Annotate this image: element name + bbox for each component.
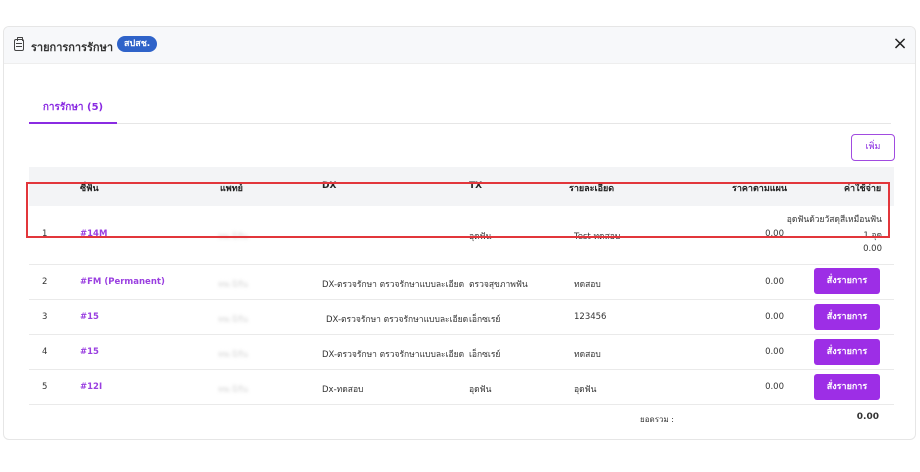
status-badge: สปสช. xyxy=(117,36,158,52)
col-dx: DX xyxy=(322,181,337,191)
detail-text: ทดสอบ xyxy=(574,280,601,290)
detail-text: 123456 xyxy=(574,312,607,322)
col-doctor: แพทย์ xyxy=(220,184,243,194)
treatment-list-modal: รายการการรักษา สปสช. × การรักษา (5) เพิ่… xyxy=(3,26,916,440)
table-row: 3 #15 ทพ.นิรัน DX-ตรวจรักษา ตรวจรักษาแบบ… xyxy=(29,300,894,335)
dx-text: DX-ตรวจรักษา ตรวจรักษาแบบละเอียด xyxy=(326,315,469,325)
tx-text: อุดฟัน xyxy=(469,385,492,395)
doctor-name: ทพ.นิรัน xyxy=(218,280,249,290)
row-number: 2 xyxy=(42,277,48,287)
plan-price: 0.00 xyxy=(765,312,784,322)
total-label: ยอดรวม : xyxy=(640,415,674,424)
row-number: 4 xyxy=(42,347,48,357)
tooth-link[interactable]: #FM (Permanent) xyxy=(80,277,165,287)
cost-item-name: อุดฟันด้วยวัสดุสีเหมือนฟัน xyxy=(786,215,882,225)
tx-text: ตรวจสุขภาพฟัน xyxy=(469,280,528,290)
dx-text: DX-ตรวจรักษา ตรวจรักษาแบบละเอียด xyxy=(322,280,465,290)
doctor-name: ทพ.นิรัน xyxy=(218,385,249,395)
col-plan-price: ราคาตามแผน xyxy=(732,184,788,194)
tooth-link[interactable]: #14M xyxy=(80,229,107,239)
doctor-name: ทพ.นิรัน xyxy=(218,350,249,360)
cost-item-qty: 1 จุด xyxy=(863,231,882,241)
col-detail: รายละเอียด xyxy=(569,184,615,194)
dx-text: DX-ตรวจรักษา ตรวจรักษาแบบละเอียด xyxy=(322,350,465,360)
table-row: 4 #15 ทพ.นิรัน DX-ตรวจรักษา ตรวจรักษาแบบ… xyxy=(29,335,894,370)
detail-text: อุดฟัน xyxy=(574,385,597,395)
doctor-name: ทพ.นิรัน xyxy=(218,232,249,242)
order-button[interactable]: สั่งรายการ xyxy=(814,304,880,330)
close-icon[interactable]: × xyxy=(890,34,910,54)
col-tx: TX xyxy=(469,181,483,191)
tx-text: อุดฟัน xyxy=(469,232,492,242)
cost-item-amount: 0.00 xyxy=(863,244,882,254)
table-header: ซี่ฟัน แพทย์ DX TX รายละเอียด ราคาตามแผน… xyxy=(29,167,894,206)
total-value: 0.00 xyxy=(856,412,879,422)
modal-title: รายการการรักษา xyxy=(31,41,114,54)
tab-bar: การรักษา (5) xyxy=(29,99,891,124)
order-button[interactable]: สั่งรายการ xyxy=(814,374,880,400)
tooth-link[interactable]: #12I xyxy=(80,382,102,392)
detail-text: Test ทดสอบ xyxy=(574,232,621,242)
plan-price: 0.00 xyxy=(765,347,784,357)
table-row: 2 #FM (Permanent) ทพ.นิรัน DX-ตรวจรักษา … xyxy=(29,265,894,300)
table-row: 1 #14M ทพ.นิรัน อุดฟัน Test ทดสอบ 0.00 อ… xyxy=(29,207,894,265)
add-button[interactable]: เพิ่ม xyxy=(851,134,895,161)
dx-text: Dx-ทดสอบ xyxy=(322,385,364,395)
col-cost: ค่าใช้จ่าย xyxy=(844,184,882,194)
tab-treatment[interactable]: การรักษา (5) xyxy=(29,99,117,124)
tx-text: เอ็กซเรย์ xyxy=(469,350,501,360)
order-button[interactable]: สั่งรายการ xyxy=(814,268,880,294)
row-number: 1 xyxy=(42,229,48,239)
tooth-link[interactable]: #15 xyxy=(80,347,99,357)
table-row: 5 #12I ทพ.นิรัน Dx-ทดสอบ อุดฟัน อุดฟัน 0… xyxy=(29,370,894,405)
row-number: 3 xyxy=(42,312,48,322)
order-button[interactable]: สั่งรายการ xyxy=(814,339,880,365)
row-number: 5 xyxy=(42,382,48,392)
col-tooth: ซี่ฟัน xyxy=(80,184,99,194)
clipboard-icon xyxy=(14,37,24,51)
plan-price: 0.00 xyxy=(765,277,784,287)
doctor-name: ทพ.นิรัน xyxy=(218,315,249,325)
tx-text: เอ็กซเรย์ xyxy=(469,315,501,325)
plan-price: 0.00 xyxy=(765,382,784,392)
modal-header: รายการการรักษา สปสช. × xyxy=(4,27,915,64)
tooth-link[interactable]: #15 xyxy=(80,312,99,322)
plan-price: 0.00 xyxy=(765,229,784,239)
detail-text: ทดสอบ xyxy=(574,350,601,360)
